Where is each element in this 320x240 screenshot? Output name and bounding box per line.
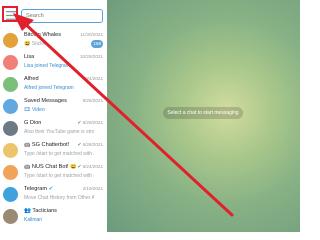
bot-icon: 🤖: [24, 142, 32, 148]
avatar: [3, 55, 18, 70]
chat-item[interactable]: 🤖 NUS Chat Bot! 😄 ✔6/24/2021 Type /start…: [0, 162, 107, 184]
smile-emoji-icon: 😄: [68, 164, 77, 170]
chat-preview: Type /start to get matched with a...: [24, 173, 94, 179]
chat-date-text: 6/26/2021: [82, 142, 103, 147]
avatar: [3, 99, 18, 114]
chat-name: 🤖 SG Chatterbot!: [24, 142, 69, 148]
unread-badge: 168: [91, 40, 103, 48]
avatar: [3, 165, 18, 180]
chat-item[interactable]: 👥 Tacticians Kallman: [0, 206, 107, 228]
verified-icon: ✔: [47, 186, 54, 192]
chat-name: Saved Messages: [24, 98, 67, 104]
chat-preview: Move Chat History from Other Apps: [24, 195, 94, 201]
chat-item[interactable]: Lisa 10/25/2021 Lisa joined Telegram: [0, 52, 107, 74]
menu-highlight-box: [2, 6, 18, 22]
read-check-icon: ✔: [77, 120, 82, 126]
read-check-icon: ✔: [77, 142, 82, 148]
sidebar-topbar: [0, 0, 107, 30]
chat-name: Bitcoin Whales: [24, 32, 61, 38]
chat-date: 11/30/2021: [80, 32, 103, 37]
chat-area: Select a chat to start messaging: [107, 0, 300, 232]
chat-date: ✔6/24/2021: [77, 164, 103, 170]
chat-date: 2/19/2021: [82, 186, 103, 191]
chat-preview: 🎞 Video: [24, 107, 45, 113]
chat-name: Lisa: [24, 54, 35, 60]
chat-date: ✔8/29/2021: [77, 120, 103, 126]
chat-preview: Kallman: [24, 217, 43, 223]
avatar: [3, 209, 18, 224]
search-input[interactable]: [21, 9, 103, 23]
chat-preview: Also their YouTube game is strong: [24, 129, 94, 135]
avatar: [3, 77, 18, 92]
chat-name: Telegram ✔: [24, 186, 53, 192]
chat-sidebar: Bitcoin Whales 11/30/2021 😃 Sticker 168 …: [0, 0, 108, 232]
chat-preview: Alfred joined Telegram: [24, 85, 74, 91]
bot-icon: 🤖: [24, 164, 32, 170]
chat-item[interactable]: Bitcoin Whales 11/30/2021 😃 Sticker 168: [0, 30, 107, 52]
chat-date: 10/25/2021: [80, 54, 103, 59]
chat-date-text: 8/29/2021: [82, 120, 103, 125]
read-check-icon: ✔: [77, 164, 82, 170]
chat-item[interactable]: G Dion ✔8/29/2021 Also their YouTube gam…: [0, 118, 107, 140]
chat-name: 🤖 NUS Chat Bot! 😄: [24, 164, 77, 170]
chat-preview: Lisa joined Telegram: [24, 63, 70, 69]
chat-item[interactable]: Saved Messages 9/25/2021 🎞 Video: [0, 96, 107, 118]
chat-date: 10/4/2021: [82, 76, 103, 81]
empty-state-message: Select a chat to start messaging: [163, 107, 243, 119]
sticker-emoji-icon: 😃: [24, 41, 32, 47]
avatar: [3, 187, 18, 202]
chat-name: Alfred: [24, 76, 39, 82]
chat-preview: 😃 Sticker: [24, 41, 47, 47]
chat-name: G Dion: [24, 120, 42, 126]
chat-item[interactable]: 🤖 SG Chatterbot! ✔6/26/2021 Type /start …: [0, 140, 107, 162]
chat-preview-text: Sticker: [31, 41, 48, 47]
chat-preview: Type /start to get matched with a...: [24, 151, 94, 157]
chat-list: Bitcoin Whales 11/30/2021 😃 Sticker 168 …: [0, 30, 107, 228]
chat-preview-text: Video: [32, 107, 45, 113]
avatar: [3, 143, 18, 158]
chat-name-text: Telegram: [24, 186, 48, 192]
chat-name-text: NUS Chat Bot!: [31, 164, 69, 170]
chat-date-text: 6/24/2021: [82, 164, 103, 169]
video-icon: 🎞: [24, 107, 33, 113]
avatar: [3, 33, 18, 48]
chat-date: ✔6/26/2021: [77, 142, 103, 148]
chat-item[interactable]: Telegram ✔ 2/19/2021 Move Chat History f…: [0, 184, 107, 206]
avatar: [3, 121, 18, 136]
chat-name: 👥 Tacticians: [24, 208, 57, 214]
chat-item[interactable]: Alfred 10/4/2021 Alfred joined Telegram: [0, 74, 107, 96]
chat-date: 9/25/2021: [82, 98, 103, 103]
chat-name-text: SG Chatterbot!: [31, 142, 70, 148]
chat-name-text: Tacticians: [32, 208, 57, 214]
telegram-window: Bitcoin Whales 11/30/2021 😃 Sticker 168 …: [0, 0, 300, 232]
